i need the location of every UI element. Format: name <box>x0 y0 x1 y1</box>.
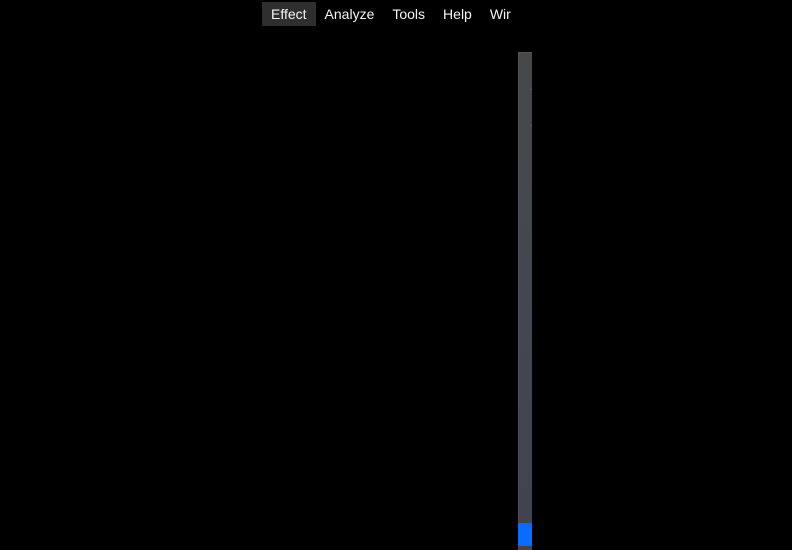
menu-item-invert[interactable]: Invert <box>518 477 532 500</box>
menu-item-noise-reduction[interactable]: Noise Reduction... <box>518 523 532 546</box>
menu-item-change-speed[interactable]: Change Speed... <box>518 224 532 247</box>
menubar-item-analyze[interactable]: Analyze <box>316 2 384 26</box>
menu-item-compressor[interactable]: Compressor... <box>518 316 532 339</box>
menu-item-change-tempo[interactable]: Change Tempo... <box>518 247 532 270</box>
menubar-item-tools[interactable]: Tools <box>383 2 434 26</box>
dropdown-section: Repeat Last Effect ⌘ R <box>518 92 532 123</box>
menu-item-graphic-eq[interactable]: Graphic EQ... <box>518 454 532 477</box>
menu-item-filter-curve-eq[interactable]: Filter Curve EQ... <box>518 431 532 454</box>
menu-item-amplify[interactable]: Amplify... <box>518 132 532 155</box>
menu-item-fade-out[interactable]: Fade Out <box>518 408 532 431</box>
menu-item-distortion[interactable]: Distortion... <box>518 339 532 362</box>
menu-item-echo[interactable]: Echo... <box>518 362 532 385</box>
menubar-item-help[interactable]: Help <box>434 2 481 26</box>
dropdown-section: Add / Remove Plug-ins... <box>518 56 532 87</box>
menu-item-fade-in[interactable]: Fade In <box>518 385 532 408</box>
menu-separator <box>530 125 532 126</box>
menu-item-loudness-normalization[interactable]: Loudness Normalization... <box>518 500 532 523</box>
effect-dropdown: Add / Remove Plug-ins... Repeat Last Eff… <box>518 52 532 550</box>
menubar-item-effect[interactable]: Effect <box>262 2 316 26</box>
menubar-item-truncated[interactable]: Wir <box>481 2 520 26</box>
menu-item-classic-filters[interactable]: Classic Filters... <box>518 270 532 293</box>
menu-item-add-remove-plugins[interactable]: Add / Remove Plug-ins... <box>518 60 532 83</box>
menu-item-auto-duck[interactable]: Auto Duck... <box>518 155 532 178</box>
menubar: Effect Analyze Tools Help Wir <box>262 2 520 26</box>
menu-separator <box>530 89 532 90</box>
menu-item-repeat-last-effect: Repeat Last Effect ⌘ R <box>518 96 532 119</box>
menu-item-normalize[interactable]: Normalize... <box>518 546 532 550</box>
menu-item-change-pitch[interactable]: Change Pitch... <box>518 201 532 224</box>
dropdown-section: Amplify... Auto Duck... Bass and Treble.… <box>518 128 532 550</box>
menu-item-bass-treble[interactable]: Bass and Treble... <box>518 178 532 201</box>
menu-item-click-removal[interactable]: Click Removal... <box>518 293 532 316</box>
